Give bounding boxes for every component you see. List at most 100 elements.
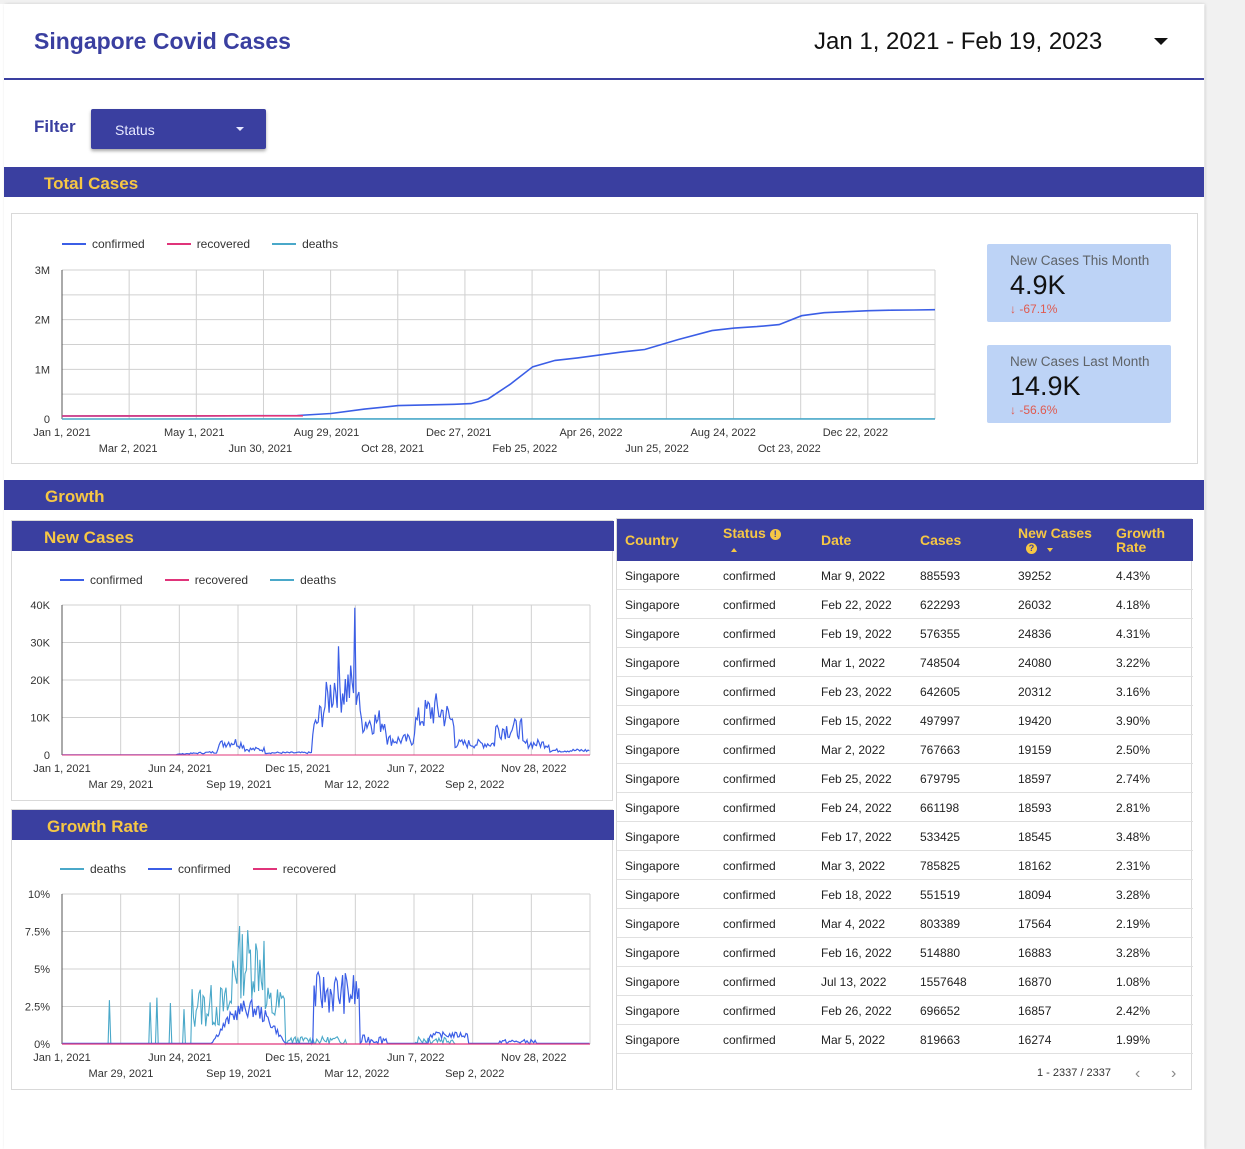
page-title: Singapore Covid Cases <box>34 28 291 54</box>
table-row[interactable]: Singapore confirmed Mar 2, 2022 767663 19159… <box>617 735 1193 764</box>
column-header-country[interactable]: Country <box>625 533 679 547</box>
x-tick-label: Aug 24, 2022 <box>690 427 755 439</box>
cell-new-cases: 19420 <box>1018 714 1052 728</box>
cell-new-cases: 16274 <box>1018 1033 1052 1047</box>
cell-country: Singapore <box>625 598 680 612</box>
x-tick-label: Sep 2, 2022 <box>445 1068 504 1080</box>
cell-growth-rate: 2.81% <box>1116 801 1151 815</box>
cell-new-cases: 17564 <box>1018 917 1052 931</box>
cell-country: Singapore <box>625 685 680 699</box>
cell-new-cases: 19159 <box>1018 743 1052 757</box>
chevron-left-icon[interactable]: ‹ <box>1135 1065 1140 1083</box>
cell-date: Mar 1, 2022 <box>821 656 886 670</box>
info-icon[interactable]: ? <box>1026 542 1037 554</box>
sort-descending-icon[interactable] <box>1046 548 1053 552</box>
cell-date: Feb 16, 2022 <box>821 946 892 960</box>
table-row[interactable]: Singapore confirmed Feb 25, 2022 679795 1859… <box>617 764 1193 793</box>
cell-cases: 551519 <box>920 888 961 902</box>
chevron-down-icon <box>236 127 244 131</box>
cell-status: confirmed <box>723 743 776 757</box>
y-tick-label: 10% <box>28 889 50 901</box>
cell-cases: 1557648 <box>920 975 967 989</box>
column-header-new-cases[interactable]: New Cases ? <box>1018 526 1092 554</box>
x-tick-label: Jan 1, 2021 <box>33 1052 91 1064</box>
column-header-cases[interactable]: Cases <box>920 533 961 547</box>
cell-cases: 497997 <box>920 714 961 728</box>
x-tick-label: Dec 22, 2022 <box>823 427 888 439</box>
x-tick-label: Sep 2, 2022 <box>445 779 504 791</box>
table-row[interactable]: Singapore confirmed Mar 9, 2022 885593 39252… <box>617 561 1193 590</box>
table-row[interactable]: Singapore confirmed Jul 13, 2022 1557648 168… <box>617 967 1193 996</box>
cell-date: Feb 22, 2022 <box>821 598 892 612</box>
table-row[interactable]: Singapore confirmed Feb 23, 2022 642605 2031… <box>617 677 1193 706</box>
cell-country: Singapore <box>625 946 680 960</box>
cell-growth-rate: 2.50% <box>1116 743 1151 757</box>
column-header-date[interactable]: Date <box>821 533 851 547</box>
cell-status: confirmed <box>723 888 776 902</box>
x-tick-label: Aug 29, 2021 <box>294 427 359 439</box>
sort-ascending-icon[interactable] <box>731 548 737 552</box>
scorecard-last-month: New Cases Last Month 14.9K ↓ -56.6% <box>987 345 1171 423</box>
status-filter-dropdown[interactable]: Status <box>91 109 266 149</box>
table-row[interactable]: Singapore confirmed Feb 22, 2022 622293 2603… <box>617 590 1193 619</box>
cell-country: Singapore <box>625 1004 680 1018</box>
table-row[interactable]: Singapore confirmed Feb 15, 2022 497997 1942… <box>617 706 1193 735</box>
cell-cases: 576355 <box>920 627 961 641</box>
cell-date: Feb 26, 2022 <box>821 1004 892 1018</box>
chevron-right-icon[interactable]: › <box>1171 1065 1176 1083</box>
x-tick-label: Mar 2, 2021 <box>99 443 158 455</box>
table-row[interactable]: Singapore confirmed Feb 17, 2022 533425 1854… <box>617 822 1193 851</box>
cell-cases: 622293 <box>920 598 961 612</box>
info-icon[interactable]: ! <box>769 528 781 540</box>
x-tick-label: Sep 19, 2021 <box>206 1068 271 1080</box>
column-header-status[interactable]: Status! <box>723 526 781 554</box>
new-cases-chart: 40K 30K 20K 10K 0Jan 1, 2021 Jun 24, 2021 Dec … <box>30 600 591 791</box>
report-header: Singapore Covid Cases Jan 1, 2021 - Feb … <box>4 4 1204 80</box>
pagination-label: 1 - 2337 / 2337 <box>1037 1067 1112 1079</box>
x-tick-label: Jun 24, 2021 <box>148 1052 212 1064</box>
x-tick-label: Dec 15, 2021 <box>265 763 330 775</box>
cell-status: confirmed <box>723 1033 776 1047</box>
table-row[interactable]: Singapore confirmed Feb 18, 2022 551519 1809… <box>617 880 1193 909</box>
x-tick-label: Mar 29, 2021 <box>89 779 154 791</box>
cell-country: Singapore <box>625 801 680 815</box>
y-tick-label: 0% <box>34 1039 50 1051</box>
x-tick-label: Nov 28, 2022 <box>501 763 566 775</box>
cell-date: Feb 25, 2022 <box>821 772 892 786</box>
table-header: Country Status! Date Cases New Cases ? G… <box>617 519 1193 561</box>
cell-cases: 533425 <box>920 830 961 844</box>
date-range-dropdown-icon[interactable] <box>1154 38 1168 45</box>
column-header-growth-line2: Rate <box>1116 539 1147 555</box>
total-cases-title: Total Cases <box>44 174 139 193</box>
growth-title: Growth <box>45 487 105 506</box>
table-row[interactable]: Singapore confirmed Feb 16, 2022 514880 1688… <box>617 938 1193 967</box>
table-row[interactable]: Singapore confirmed Mar 1, 2022 748504 24080… <box>617 648 1193 677</box>
cell-cases: 819663 <box>920 1033 961 1047</box>
date-range-control[interactable]: Jan 1, 2021 - Feb 19, 2023 <box>814 28 1102 56</box>
table-row[interactable]: Singapore confirmed Feb 26, 2022 696652 1685… <box>617 996 1193 1025</box>
y-tick-label: 2M <box>35 315 50 327</box>
table-row[interactable]: Singapore confirmed Feb 24, 2022 661198 1859… <box>617 793 1193 822</box>
table-row[interactable]: Singapore confirmed Mar 5, 2022 819663 16274… <box>617 1025 1193 1054</box>
filter-label: Filter <box>34 117 76 136</box>
x-tick-label: Nov 28, 2022 <box>501 1052 566 1064</box>
table-row[interactable]: Singapore confirmed Mar 3, 2022 785825 18162… <box>617 851 1193 880</box>
table-row[interactable]: Singapore confirmed Mar 4, 2022 803389 17564… <box>617 909 1193 938</box>
scorecard-change-value: -67.1% <box>1019 302 1058 316</box>
window-right-gutter <box>1205 0 1245 1149</box>
total-cases-section-header: Total Cases <box>4 167 1204 197</box>
cell-new-cases: 16883 <box>1018 946 1052 960</box>
series-line-confirmed <box>62 970 590 1046</box>
column-header-growth-rate[interactable]: Growth Rate <box>1116 526 1165 554</box>
table-row[interactable]: Singapore confirmed Feb 19, 2022 576355 2483… <box>617 619 1193 648</box>
cell-growth-rate: 4.18% <box>1116 598 1151 612</box>
cell-status: confirmed <box>723 656 776 670</box>
series-line-deaths <box>62 925 590 1046</box>
cell-country: Singapore <box>625 627 680 641</box>
x-tick-label: Oct 23, 2022 <box>758 443 821 455</box>
arrow-down-icon: ↓ <box>1010 403 1020 417</box>
cell-cases: 767663 <box>920 743 961 757</box>
y-tick-label: 3M <box>35 265 50 277</box>
cell-date: Mar 2, 2022 <box>821 743 886 757</box>
cell-country: Singapore <box>625 917 680 931</box>
